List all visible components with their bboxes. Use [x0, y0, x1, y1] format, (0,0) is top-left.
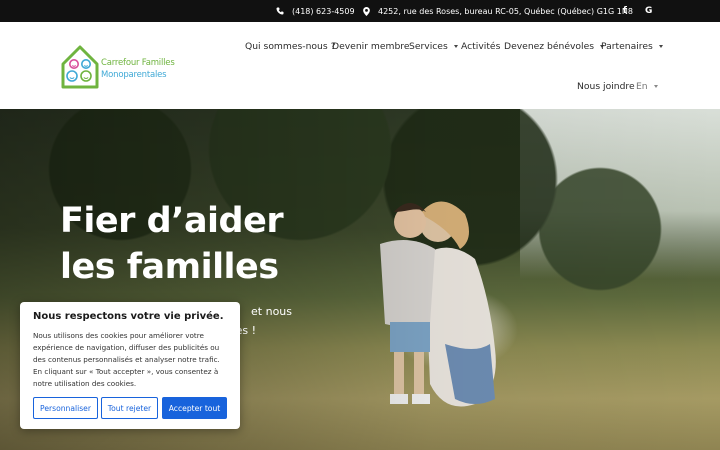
logo-text: Carrefour Familles Monoparentales: [101, 57, 175, 81]
language-switcher[interactable]: En: [636, 81, 658, 92]
logo-house-icon: [61, 45, 99, 89]
address-contact[interactable]: 4252, rue des Roses, bureau RC-05, Québe…: [363, 0, 633, 22]
site-header: Carrefour Familles Monoparentales Qui so…: [0, 22, 720, 109]
nav-item-activites[interactable]: Activités: [461, 41, 500, 52]
site-logo[interactable]: Carrefour Familles Monoparentales: [60, 43, 180, 89]
nav-label: Qui sommes-nous ?: [245, 41, 336, 52]
nav-label: Nous joindre: [577, 81, 635, 92]
phone-icon: [276, 7, 284, 15]
nav-label: Partenaires: [601, 41, 653, 52]
nav-item-qui-sommes-nous[interactable]: Qui sommes-nous ?: [245, 41, 335, 52]
nav-item-partenaires[interactable]: Partenaires: [601, 41, 663, 52]
google-glyph: G: [645, 6, 653, 16]
phone-contact[interactable]: (418) 623-4509: [276, 0, 355, 22]
customize-button[interactable]: Personnaliser: [33, 397, 98, 419]
cookie-consent-banner: Nous respectons votre vie privée. Nous u…: [20, 302, 240, 429]
nav-item-devenir-membre[interactable]: Devenir membre: [332, 41, 410, 52]
facebook-icon[interactable]: f: [623, 0, 627, 22]
phone-number: (418) 623-4509: [292, 6, 355, 16]
top-contact-bar: (418) 623-4509 4252, rue des Roses, bure…: [0, 0, 720, 22]
facebook-glyph: f: [623, 6, 627, 16]
reject-all-button[interactable]: Tout rejeter: [101, 397, 158, 419]
map-pin-icon: [363, 6, 370, 16]
address-text: 4252, rue des Roses, bureau RC-05, Québe…: [378, 6, 633, 16]
hero-title-line-2: les familles: [60, 247, 279, 287]
hero-title: Fier d’aider les familles: [60, 198, 284, 290]
google-icon[interactable]: G: [645, 0, 652, 22]
cookie-description: Nous utilisons des cookies pour améliore…: [33, 331, 220, 388]
logo-line-2: Monoparentales: [101, 70, 167, 80]
nav-label: Devenez bénévoles: [504, 41, 595, 52]
chevron-down-icon: [658, 45, 663, 48]
language-label: En: [636, 81, 648, 92]
nav-label: Devenir membre: [332, 41, 410, 52]
nav-label: Services: [409, 41, 448, 52]
chevron-down-icon: [453, 45, 458, 48]
nav-item-devenez-benevoles[interactable]: Devenez bénévoles: [504, 41, 605, 52]
nav-label: Activités: [461, 41, 501, 52]
nav-item-services[interactable]: Services: [409, 41, 458, 52]
hero-title-line-1: Fier d’aider: [60, 201, 284, 241]
cookie-title: Nous respectons votre vie privée.: [33, 311, 224, 322]
chevron-down-icon: [653, 85, 658, 88]
accept-all-button[interactable]: Accepter tout: [162, 397, 227, 419]
nav-item-nous-joindre[interactable]: Nous joindre: [577, 81, 635, 92]
logo-line-1: Carrefour Familles: [101, 58, 175, 68]
